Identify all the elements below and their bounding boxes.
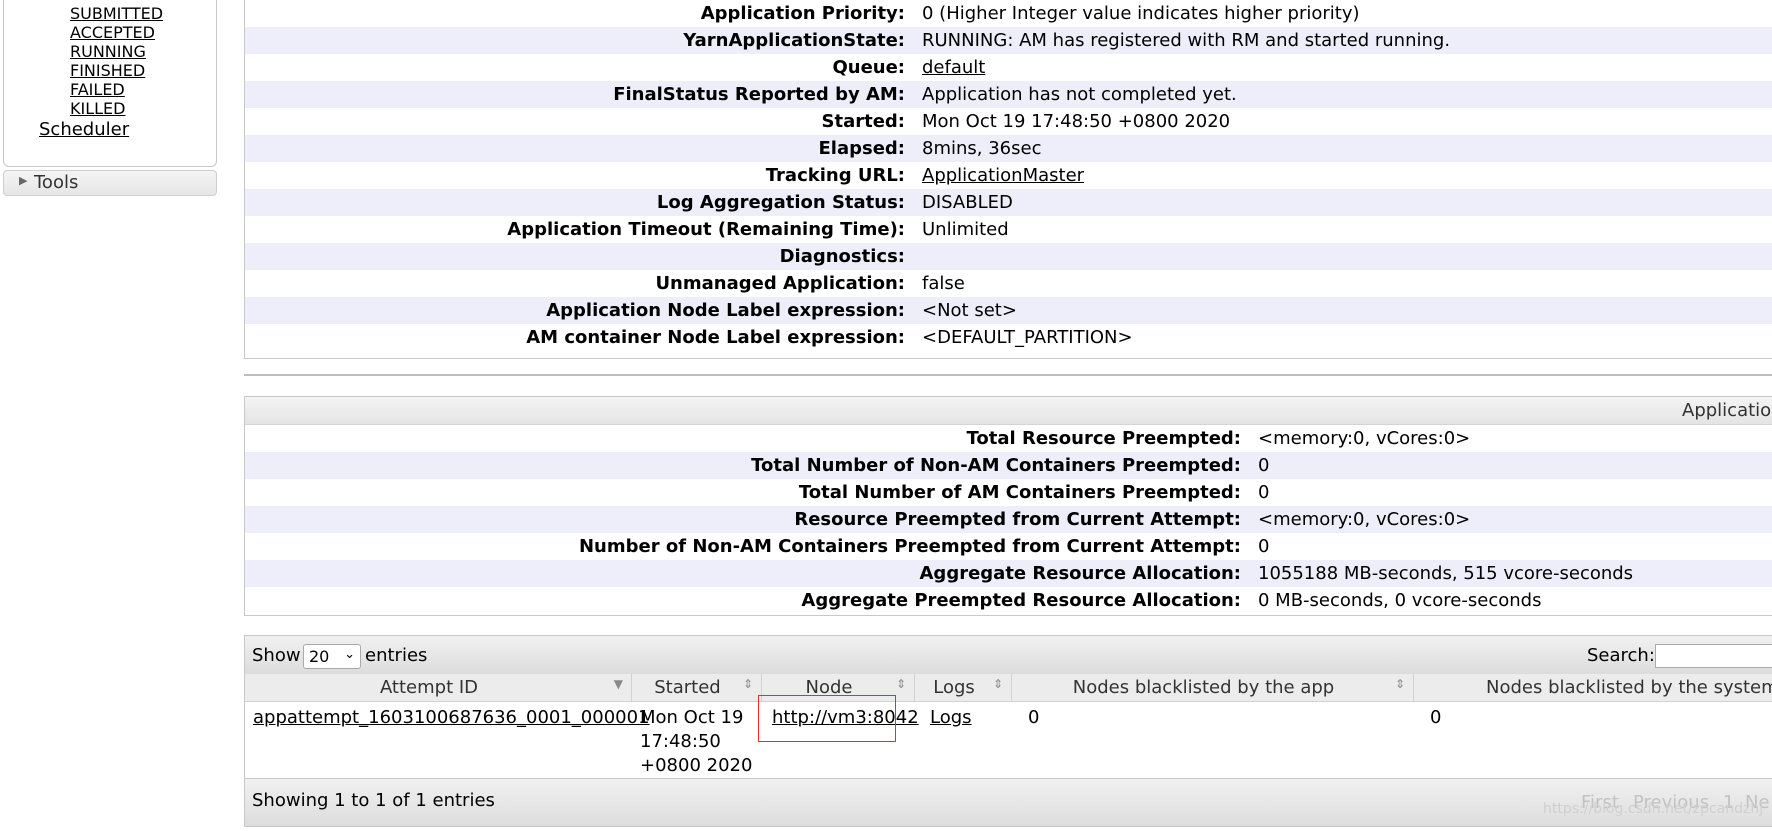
column-header-started[interactable]: Started ⇕ xyxy=(632,674,762,701)
sort-both-icon: ⇕ xyxy=(895,677,906,691)
search-label: Search: xyxy=(1587,645,1655,666)
section-divider xyxy=(244,374,1772,376)
column-header-attempt-id[interactable]: Attempt ID ▼ xyxy=(245,674,632,701)
application-metrics-table: Applicatio Total Resource Preempted: Tot… xyxy=(244,396,1772,616)
am-node-label-expr-value: <DEFAULT_PARTITION> xyxy=(922,327,1133,348)
node-label-expr-label: Application Node Label expression: xyxy=(546,300,905,321)
nav-link-failed[interactable]: FAILED xyxy=(70,81,125,99)
started-cell: Mon Oct 19 17:48:50 +0800 2020 xyxy=(640,706,752,778)
started-label: Started: xyxy=(821,111,906,132)
started-cell-line: +0800 2020 xyxy=(640,755,753,776)
blacklisted-app-cell: 0 xyxy=(1028,707,1040,728)
state-value: RUNNING: AM has registered with RM and s… xyxy=(922,30,1451,51)
am-node-label-expr-label: AM container Node Label expression: xyxy=(526,327,905,348)
caret-right-icon: ▶ xyxy=(19,174,28,187)
attempts-table: Show 20 ⌄ entries Search: Attempt ID ▼ S… xyxy=(244,635,1772,827)
column-header-blacklisted-system[interactable]: Nodes blacklisted by the system xyxy=(1414,674,1772,701)
logs-link[interactable]: Logs xyxy=(930,706,972,730)
table-header-row: Attempt ID ▼ Started ⇕ Node ⇕ Logs ⇕ Nod… xyxy=(245,674,1772,702)
tracking-url-label: Tracking URL: xyxy=(765,165,905,186)
am-preempted-label: Total Number of AM Containers Preempted: xyxy=(798,482,1241,503)
page-size-select[interactable]: 20 ⌄ xyxy=(303,644,361,669)
overview-row xyxy=(245,270,1772,297)
metrics-header: Applicatio xyxy=(245,397,1772,425)
search-input[interactable] xyxy=(1655,644,1772,668)
chevron-down-icon: ⌄ xyxy=(344,647,355,662)
sort-both-icon: ⇕ xyxy=(992,677,1003,691)
node-label-expr-value: <Not set> xyxy=(922,300,1017,321)
column-header-logs[interactable]: Logs ⇕ xyxy=(915,674,1012,701)
non-am-preempted-label: Total Number of Non-AM Containers Preemp… xyxy=(751,455,1241,476)
diagnostics-label: Diagnostics: xyxy=(779,246,905,267)
overview-row xyxy=(245,54,1772,81)
current-non-am-preempted-label: Number of Non-AM Containers Preempted fr… xyxy=(578,536,1241,557)
application-overview-table: Application Priority: YarnApplicationSta… xyxy=(244,0,1772,359)
priority-label: Application Priority: xyxy=(700,3,905,24)
nav-link-running[interactable]: RUNNING xyxy=(70,43,146,61)
node-link[interactable]: http://vm3:8042 xyxy=(772,706,919,730)
current-non-am-preempted-value: 0 xyxy=(1258,536,1270,557)
watermark-text: https://blog.csdn.net/zpcandzhj xyxy=(1543,801,1764,817)
show-label: Show xyxy=(252,645,301,666)
tools-section-toggle[interactable]: ▶ Tools xyxy=(3,170,217,196)
elapsed-label: Elapsed: xyxy=(818,138,905,159)
overview-row xyxy=(245,243,1772,270)
tools-label: Tools xyxy=(34,172,79,193)
column-header-node[interactable]: Node ⇕ xyxy=(762,674,915,701)
unmanaged-value: false xyxy=(922,273,965,294)
table-info: Showing 1 to 1 of 1 entries xyxy=(252,790,495,811)
attempt-id-link[interactable]: appattempt_1603100687636_0001_000001 xyxy=(253,706,650,730)
table-toolbar: Show 20 ⌄ entries Search: xyxy=(245,636,1772,675)
total-preempted-value: <memory:0, vCores:0> xyxy=(1258,428,1471,449)
log-aggregation-label: Log Aggregation Status: xyxy=(656,192,905,213)
queue-label: Queue: xyxy=(832,57,905,78)
log-aggregation-value: DISABLED xyxy=(922,192,1013,213)
aggregate-allocation-label: Aggregate Resource Allocation: xyxy=(919,563,1242,584)
column-header-blacklisted-app[interactable]: Nodes blacklisted by the app ⇕ xyxy=(1012,674,1414,701)
total-preempted-label: Total Resource Preempted: xyxy=(966,428,1241,449)
state-label: YarnApplicationState: xyxy=(683,30,905,51)
priority-value: 0 (Higher Integer value indicates higher… xyxy=(922,3,1360,24)
current-preempted-label: Resource Preempted from Current Attempt: xyxy=(794,509,1241,530)
sort-both-icon: ⇕ xyxy=(1394,677,1405,691)
timeout-value: Unlimited xyxy=(922,219,1009,240)
elapsed-value: 8mins, 36sec xyxy=(922,138,1042,159)
current-preempted-value: <memory:0, vCores:0> xyxy=(1258,509,1471,530)
started-cell-line: Mon Oct 19 xyxy=(640,707,744,728)
metrics-title: Applicatio xyxy=(1682,400,1772,421)
blacklisted-system-cell: 0 xyxy=(1430,707,1442,728)
timeout-label: Application Timeout (Remaining Time): xyxy=(507,219,905,240)
aggregate-preempted-value: 0 MB-seconds, 0 vcore-seconds xyxy=(1258,590,1542,611)
aggregate-allocation-value: 1055188 MB-seconds, 515 vcore-seconds xyxy=(1258,563,1634,584)
nav-link-accepted[interactable]: ACCEPTED xyxy=(70,24,155,42)
nav-link-scheduler[interactable]: Scheduler xyxy=(39,119,129,140)
nav-link-finished[interactable]: FINISHED xyxy=(70,62,145,80)
queue-link[interactable]: default xyxy=(922,57,985,78)
started-cell-line: 17:48:50 xyxy=(640,731,721,752)
nav-menu: SUBMITTED ACCEPTED RUNNING FINISHED FAIL… xyxy=(3,0,217,167)
nav-link-submitted[interactable]: SUBMITTED xyxy=(70,5,163,23)
unmanaged-label: Unmanaged Application: xyxy=(655,273,905,294)
final-status-label: FinalStatus Reported by AM: xyxy=(613,84,905,105)
non-am-preempted-value: 0 xyxy=(1258,455,1270,476)
am-preempted-value: 0 xyxy=(1258,482,1270,503)
final-status-value: Application has not completed yet. xyxy=(922,84,1237,105)
page-size-value: 20 xyxy=(309,647,330,666)
sort-desc-icon: ▼ xyxy=(613,677,623,691)
nav-link-killed[interactable]: KILLED xyxy=(70,100,125,118)
tracking-url-link[interactable]: ApplicationMaster xyxy=(922,165,1084,186)
started-value: Mon Oct 19 17:48:50 +0800 2020 xyxy=(922,111,1231,132)
entries-label: entries xyxy=(365,645,428,666)
table-row: appattempt_1603100687636_0001_000001 Mon… xyxy=(245,702,1772,782)
sort-both-icon: ⇕ xyxy=(742,677,753,691)
aggregate-preempted-label: Aggregate Preempted Resource Allocation: xyxy=(801,590,1241,611)
